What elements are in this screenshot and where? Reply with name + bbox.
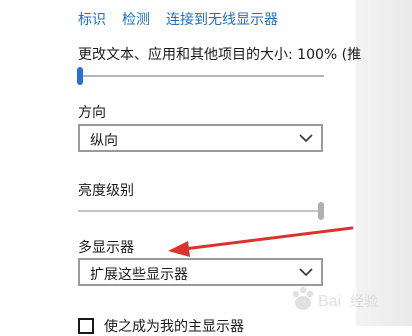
main-display-checkbox[interactable] xyxy=(78,318,94,334)
detect-link[interactable]: 检测 xyxy=(122,9,150,29)
scale-slider[interactable] xyxy=(78,75,324,77)
orientation-selected-value: 纵向 xyxy=(90,133,118,149)
multi-display-selected-value: 扩展这些显示器 xyxy=(90,267,188,283)
right-edge-panel xyxy=(356,0,412,326)
baidu-watermark-logo: Bai 经验 xyxy=(292,286,378,310)
brightness-label: 亮度级别 xyxy=(78,183,134,199)
scale-label: 更改文本、应用和其他项目的大小: 100% (推 xyxy=(78,47,362,63)
scale-slider-thumb[interactable] xyxy=(77,67,83,85)
chevron-down-icon xyxy=(299,134,313,143)
orientation-label: 方向 xyxy=(78,105,106,121)
brightness-slider[interactable] xyxy=(78,210,322,212)
svg-text:经验: 经验 xyxy=(350,294,378,310)
multi-display-label: 多显示器 xyxy=(78,240,134,256)
identify-link[interactable]: 标识 xyxy=(78,9,106,29)
brightness-slider-thumb[interactable] xyxy=(318,202,324,220)
svg-text:Bai: Bai xyxy=(318,293,341,310)
orientation-dropdown[interactable]: 纵向 xyxy=(78,124,323,152)
chevron-down-icon xyxy=(299,268,313,277)
multi-display-dropdown[interactable]: 扩展这些显示器 xyxy=(78,258,323,286)
connect-wireless-display-link[interactable]: 连接到无线显示器 xyxy=(166,9,278,29)
main-display-checkbox-label: 使之成为我的主显示器 xyxy=(104,319,244,335)
